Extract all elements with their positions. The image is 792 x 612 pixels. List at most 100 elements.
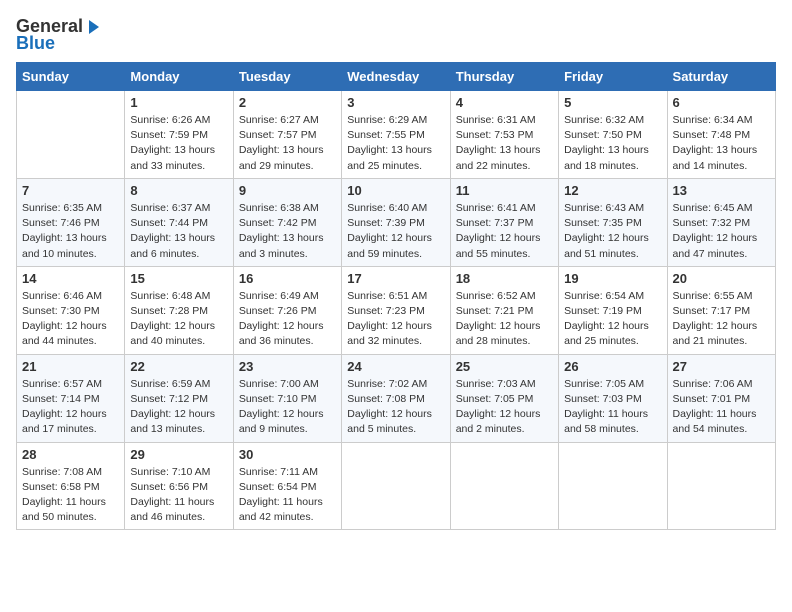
day-number: 15 (130, 271, 227, 286)
calendar-cell: 13Sunrise: 6:45 AMSunset: 7:32 PMDayligh… (667, 178, 775, 266)
day-info: Sunrise: 6:48 AMSunset: 7:28 PMDaylight:… (130, 289, 227, 350)
day-number: 5 (564, 95, 661, 110)
day-info: Sunrise: 7:08 AMSunset: 6:58 PMDaylight:… (22, 465, 119, 526)
calendar-cell: 17 Sunrise: 6:51 AMSunset: 7:23 PMDayligh… (342, 266, 450, 354)
day-number: 19 (564, 271, 661, 286)
day-info: Sunrise: 6:55 AMSunset: 7:17 PMDaylight:… (673, 289, 770, 350)
calendar-cell: 29 Sunrise: 7:10 AMSunset: 6:56 PMDayligh… (125, 442, 233, 530)
calendar-cell: 19 Sunrise: 6:54 AMSunset: 7:19 PMDayligh… (559, 266, 667, 354)
calendar-cell: 14 Sunrise: 6:46 AMSunset: 7:30 PMDayligh… (17, 266, 125, 354)
calendar-cell (559, 442, 667, 530)
day-info: Sunrise: 6:52 AMSunset: 7:21 PMDaylight:… (456, 289, 553, 350)
calendar-cell: 8 Sunrise: 6:37 AMSunset: 7:44 PMDaylight… (125, 178, 233, 266)
day-info: Sunrise: 6:38 AMSunset: 7:42 PMDaylight:… (239, 201, 336, 262)
day-number: 29 (130, 447, 227, 462)
day-info: Sunrise: 7:10 AMSunset: 6:56 PMDaylight:… (130, 465, 227, 526)
weekday-friday: Friday (559, 63, 667, 91)
week-row-4: 21 Sunrise: 6:57 AMSunset: 7:14 PMDayligh… (17, 354, 776, 442)
calendar-cell: 26Sunrise: 7:05 AMSunset: 7:03 PMDayligh… (559, 354, 667, 442)
calendar-cell: 10 Sunrise: 6:40 AMSunset: 7:39 PMDayligh… (342, 178, 450, 266)
day-number: 27 (673, 359, 770, 374)
calendar-cell: 5Sunrise: 6:32 AMSunset: 7:50 PMDaylight… (559, 91, 667, 179)
calendar-cell: 23Sunrise: 7:00 AMSunset: 7:10 PMDayligh… (233, 354, 341, 442)
day-info: Sunrise: 6:41 AMSunset: 7:37 PMDaylight:… (456, 201, 553, 262)
calendar-cell: 18 Sunrise: 6:52 AMSunset: 7:21 PMDayligh… (450, 266, 558, 354)
calendar-cell: 4Sunrise: 6:31 AMSunset: 7:53 PMDaylight… (450, 91, 558, 179)
weekday-monday: Monday (125, 63, 233, 91)
logo-arrow-icon (85, 18, 103, 36)
calendar-cell: 15 Sunrise: 6:48 AMSunset: 7:28 PMDayligh… (125, 266, 233, 354)
calendar-cell (342, 442, 450, 530)
day-info: Sunrise: 6:40 AMSunset: 7:39 PMDaylight:… (347, 201, 444, 262)
calendar-cell: 9 Sunrise: 6:38 AMSunset: 7:42 PMDaylight… (233, 178, 341, 266)
calendar-cell (667, 442, 775, 530)
calendar-cell: 28 Sunrise: 7:08 AMSunset: 6:58 PMDayligh… (17, 442, 125, 530)
page-header: General Blue (16, 16, 776, 54)
day-info: Sunrise: 6:35 AMSunset: 7:46 PMDaylight:… (22, 201, 119, 262)
day-info: Sunrise: 6:57 AMSunset: 7:14 PMDaylight:… (22, 377, 119, 438)
weekday-saturday: Saturday (667, 63, 775, 91)
calendar-cell: 6Sunrise: 6:34 AMSunset: 7:48 PMDaylight… (667, 91, 775, 179)
weekday-header-row: SundayMondayTuesdayWednesdayThursdayFrid… (17, 63, 776, 91)
day-number: 21 (22, 359, 119, 374)
week-row-1: 1 Sunrise: 6:26 AMSunset: 7:59 PMDaylight… (17, 91, 776, 179)
day-info: Sunrise: 7:05 AMSunset: 7:03 PMDaylight:… (564, 377, 661, 438)
calendar-header: SundayMondayTuesdayWednesdayThursdayFrid… (17, 63, 776, 91)
day-info: Sunrise: 7:02 AMSunset: 7:08 PMDaylight:… (347, 377, 444, 438)
calendar-cell: 25 Sunrise: 7:03 AMSunset: 7:05 PMDayligh… (450, 354, 558, 442)
day-number: 9 (239, 183, 336, 198)
day-info: Sunrise: 6:31 AMSunset: 7:53 PMDaylight:… (456, 113, 553, 174)
day-number: 2 (239, 95, 336, 110)
day-number: 20 (673, 271, 770, 286)
day-number: 14 (22, 271, 119, 286)
calendar-cell: 16 Sunrise: 6:49 AMSunset: 7:26 PMDayligh… (233, 266, 341, 354)
day-number: 28 (22, 447, 119, 462)
day-number: 30 (239, 447, 336, 462)
calendar-cell: 12 Sunrise: 6:43 AMSunset: 7:35 PMDayligh… (559, 178, 667, 266)
day-info: Sunrise: 6:29 AMSunset: 7:55 PMDaylight:… (347, 113, 444, 174)
calendar-cell: 2 Sunrise: 6:27 AMSunset: 7:57 PMDaylight… (233, 91, 341, 179)
calendar-body: 1 Sunrise: 6:26 AMSunset: 7:59 PMDaylight… (17, 91, 776, 530)
day-info: Sunrise: 6:43 AMSunset: 7:35 PMDaylight:… (564, 201, 661, 262)
calendar-cell: 3 Sunrise: 6:29 AMSunset: 7:55 PMDaylight… (342, 91, 450, 179)
day-info: Sunrise: 7:06 AMSunset: 7:01 PMDaylight:… (673, 377, 770, 438)
week-row-5: 28 Sunrise: 7:08 AMSunset: 6:58 PMDayligh… (17, 442, 776, 530)
day-info: Sunrise: 7:03 AMSunset: 7:05 PMDaylight:… (456, 377, 553, 438)
calendar-cell: 21 Sunrise: 6:57 AMSunset: 7:14 PMDayligh… (17, 354, 125, 442)
day-number: 25 (456, 359, 553, 374)
calendar-cell: 27 Sunrise: 7:06 AMSunset: 7:01 PMDayligh… (667, 354, 775, 442)
day-info: Sunrise: 7:11 AMSunset: 6:54 PMDaylight:… (239, 465, 336, 526)
calendar-table: SundayMondayTuesdayWednesdayThursdayFrid… (16, 62, 776, 530)
weekday-tuesday: Tuesday (233, 63, 341, 91)
day-number: 23 (239, 359, 336, 374)
day-number: 17 (347, 271, 444, 286)
day-info: Sunrise: 6:26 AMSunset: 7:59 PMDaylight:… (130, 113, 227, 174)
day-number: 8 (130, 183, 227, 198)
day-info: Sunrise: 6:37 AMSunset: 7:44 PMDaylight:… (130, 201, 227, 262)
calendar-cell: 30 Sunrise: 7:11 AMSunset: 6:54 PMDayligh… (233, 442, 341, 530)
day-number: 13 (673, 183, 770, 198)
week-row-3: 14 Sunrise: 6:46 AMSunset: 7:30 PMDayligh… (17, 266, 776, 354)
day-info: Sunrise: 6:51 AMSunset: 7:23 PMDaylight:… (347, 289, 444, 350)
day-number: 22 (130, 359, 227, 374)
calendar-cell: 24Sunrise: 7:02 AMSunset: 7:08 PMDayligh… (342, 354, 450, 442)
day-number: 6 (673, 95, 770, 110)
calendar-cell: 1 Sunrise: 6:26 AMSunset: 7:59 PMDaylight… (125, 91, 233, 179)
calendar-cell: 22 Sunrise: 6:59 AMSunset: 7:12 PMDayligh… (125, 354, 233, 442)
day-number: 3 (347, 95, 444, 110)
calendar-cell: 20 Sunrise: 6:55 AMSunset: 7:17 PMDayligh… (667, 266, 775, 354)
day-number: 16 (239, 271, 336, 286)
week-row-2: 7 Sunrise: 6:35 AMSunset: 7:46 PMDaylight… (17, 178, 776, 266)
day-number: 1 (130, 95, 227, 110)
day-info: Sunrise: 6:46 AMSunset: 7:30 PMDaylight:… (22, 289, 119, 350)
day-number: 7 (22, 183, 119, 198)
day-number: 18 (456, 271, 553, 286)
day-info: Sunrise: 6:27 AMSunset: 7:57 PMDaylight:… (239, 113, 336, 174)
day-info: Sunrise: 6:59 AMSunset: 7:12 PMDaylight:… (130, 377, 227, 438)
day-number: 12 (564, 183, 661, 198)
calendar-cell: 7 Sunrise: 6:35 AMSunset: 7:46 PMDaylight… (17, 178, 125, 266)
day-info: Sunrise: 6:54 AMSunset: 7:19 PMDaylight:… (564, 289, 661, 350)
calendar-cell (450, 442, 558, 530)
day-number: 10 (347, 183, 444, 198)
day-info: Sunrise: 6:49 AMSunset: 7:26 PMDaylight:… (239, 289, 336, 350)
